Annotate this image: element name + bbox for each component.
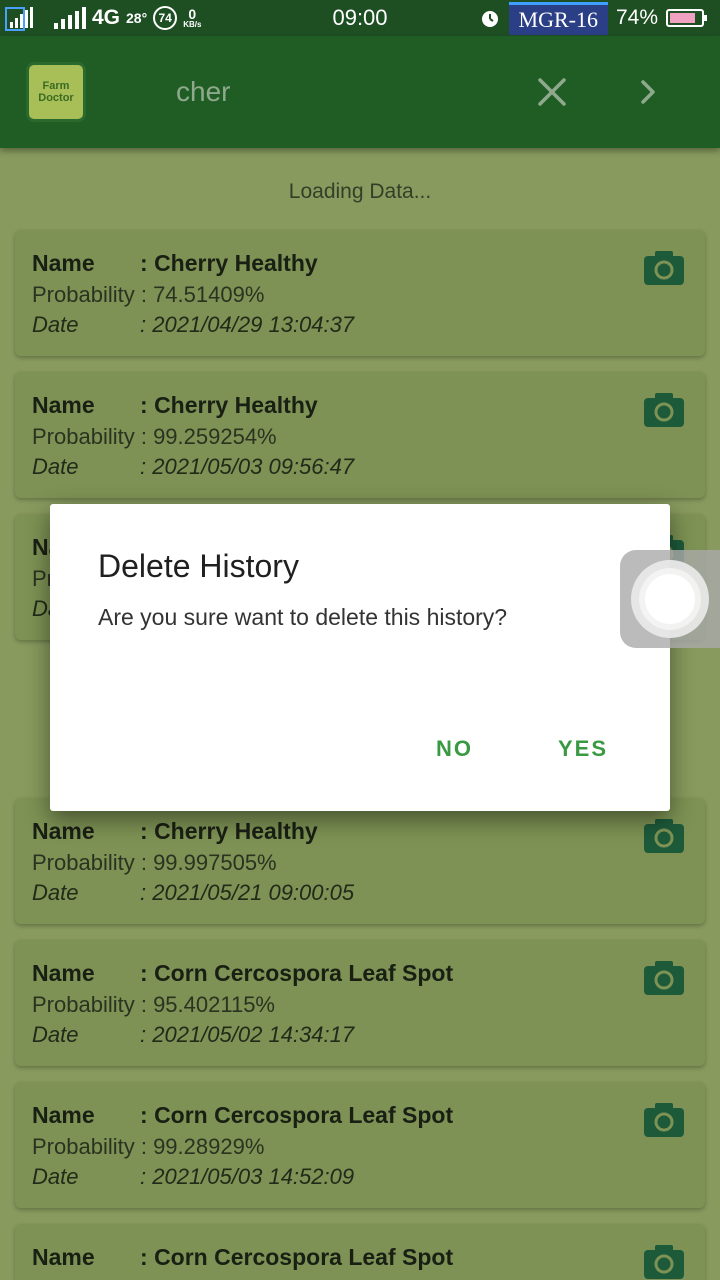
dialog-title: Delete History <box>98 548 299 584</box>
assistive-touch-ring <box>631 560 709 638</box>
delete-history-dialog: Delete History Are you sure want to dele… <box>50 504 670 811</box>
assistive-touch-core <box>645 574 695 624</box>
no-button[interactable]: NO <box>436 736 473 762</box>
dialog-message: Are you sure want to delete this history… <box>98 604 508 630</box>
yes-button[interactable]: YES <box>558 736 608 762</box>
assistive-touch-button[interactable] <box>620 550 720 648</box>
